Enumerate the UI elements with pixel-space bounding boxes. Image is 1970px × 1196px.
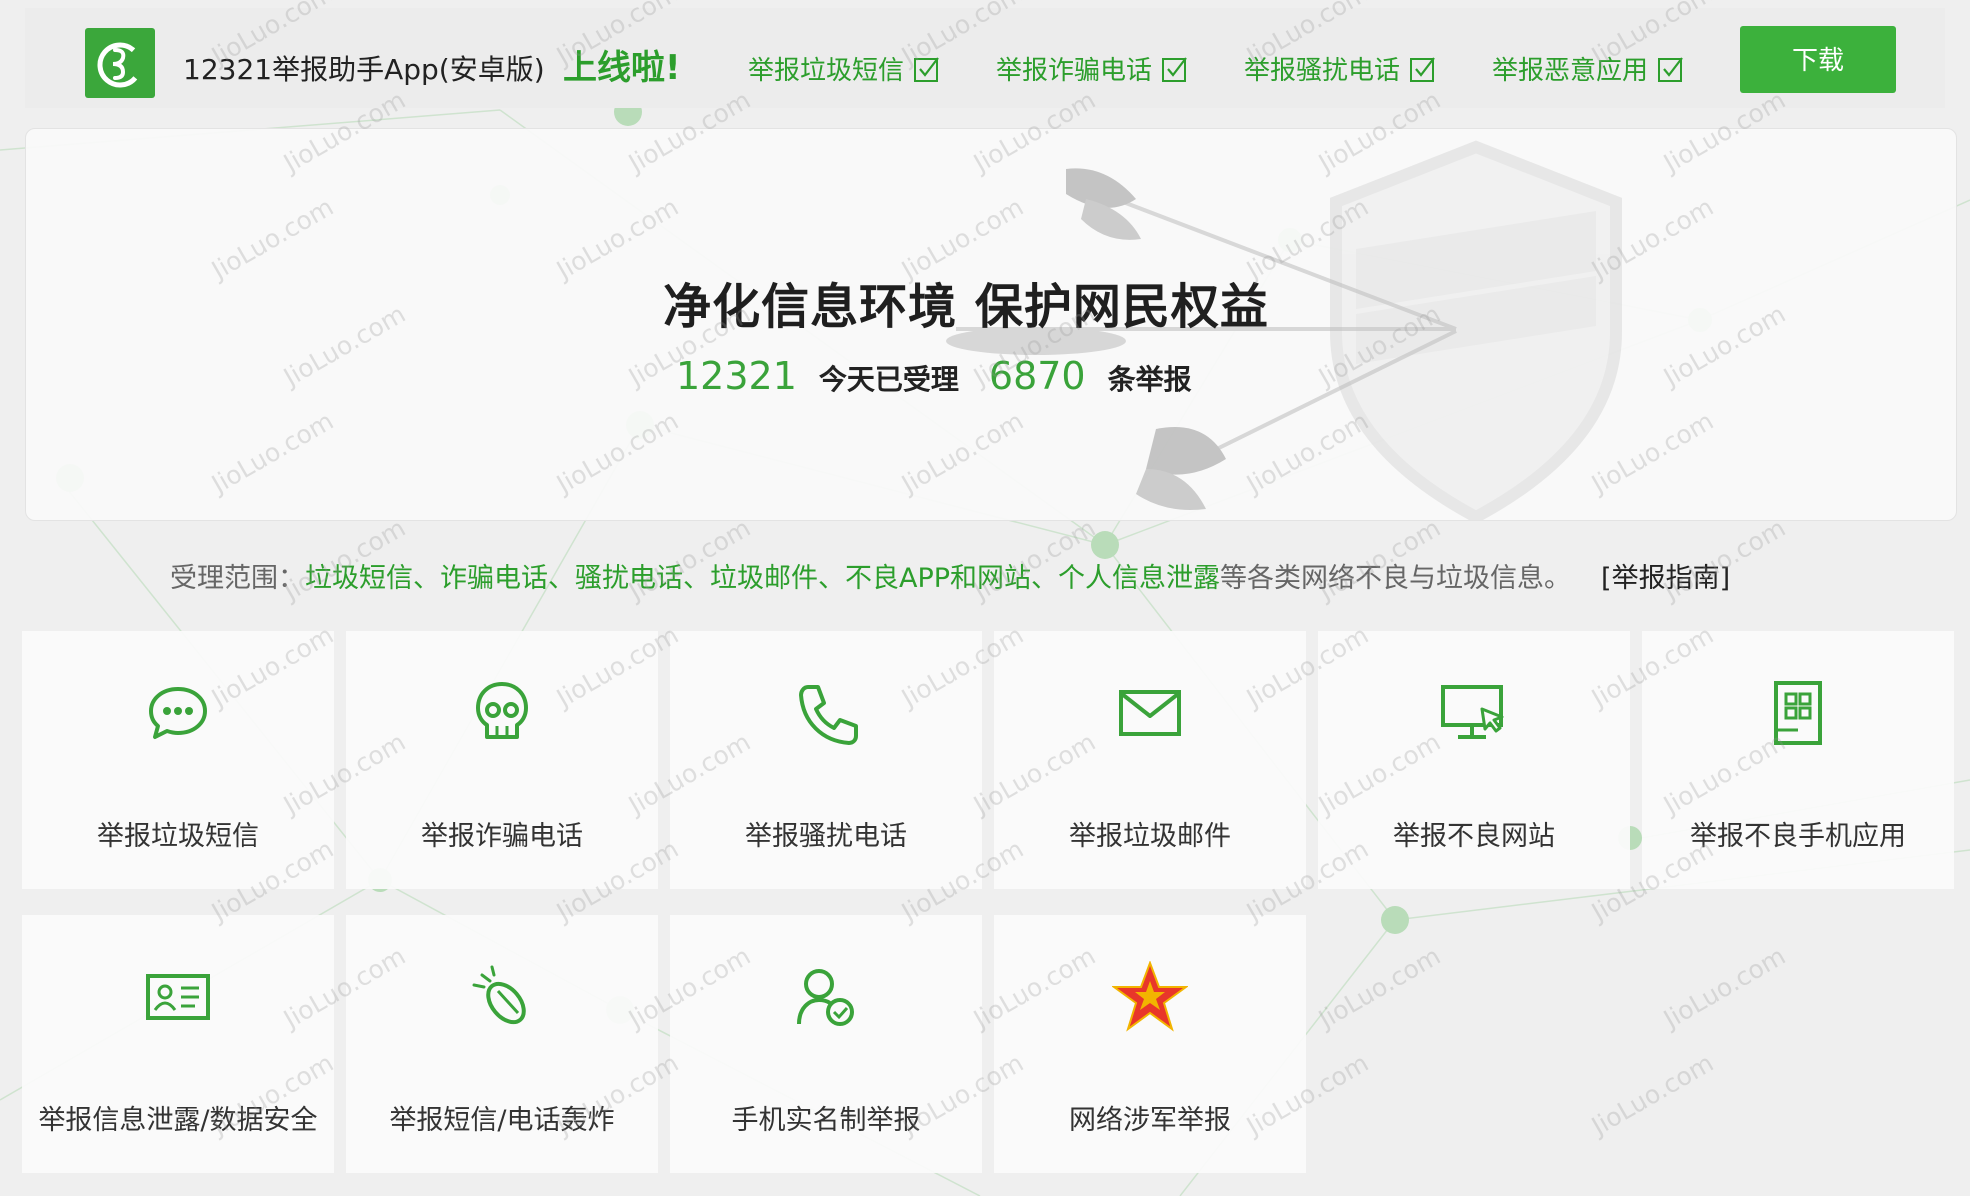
report-guide-link[interactable]: [举报指南] (1601, 563, 1730, 594)
hero-banner: 净化信息环境 保护网民权益 12321 今天已受理 6870 条举报 (25, 128, 1957, 521)
tile-data-leak[interactable]: 举报信息泄露/数据安全 (22, 915, 334, 1173)
scope-line: 受理范围：垃圾短信、诈骗电话、骚扰电话、垃圾邮件、不良APP和网站、个人信息泄露… (170, 556, 1730, 595)
user-check-icon (670, 915, 982, 1075)
hero-title: 净化信息环境 保护网民权益 (663, 279, 1269, 335)
tile-realname-report[interactable]: 手机实名制举报 (670, 915, 982, 1173)
tile-label: 举报诈骗电话 (421, 821, 583, 852)
tile-label: 举报短信/电话轰炸 (389, 1105, 615, 1136)
tile-fraud-call[interactable]: 举报诈骗电话 (346, 631, 658, 889)
feature-label: 举报骚扰电话 (1244, 56, 1401, 86)
checkbox-checked-icon (1410, 56, 1436, 82)
monitor-cursor-icon (1318, 631, 1630, 791)
feature-harass-call: 举报骚扰电话 (1244, 50, 1436, 87)
skull-icon (346, 631, 658, 791)
checkbox-checked-icon (1658, 56, 1684, 82)
tile-sms-call-bombing[interactable]: 举报短信/电话轰炸 (346, 915, 658, 1173)
tile-spam-sms[interactable]: 举报垃圾短信 (22, 631, 334, 889)
feature-fraud-call: 举报诈骗电话 (996, 50, 1188, 87)
sms-bubble-icon (22, 631, 334, 791)
tile-label: 举报骚扰电话 (745, 821, 907, 852)
id-card-icon (22, 915, 334, 1075)
report-unit-label: 条举报 (1107, 363, 1192, 396)
tile-bad-mobile-app[interactable]: 举报不良手机应用 (1642, 631, 1954, 889)
red-star-icon (994, 915, 1306, 1075)
mobile-app-icon (1642, 631, 1954, 791)
app-logo-icon[interactable] (85, 28, 155, 98)
tile-spam-mail[interactable]: 举报垃圾邮件 (994, 631, 1306, 889)
tile-label: 举报垃圾邮件 (1069, 821, 1231, 852)
app-promo-text: 12321举报助手App(安卓版) (183, 53, 545, 86)
report-count: 6870 (988, 354, 1086, 398)
checkbox-checked-icon (1162, 56, 1188, 82)
tile-label: 举报不良网站 (1393, 821, 1555, 852)
today-accepted-label: 今天已受理 (818, 363, 959, 396)
tile-military-report[interactable]: 网络涉军举报 (994, 915, 1306, 1173)
tile-label: 举报垃圾短信 (97, 821, 259, 852)
feature-label: 举报垃圾短信 (748, 56, 905, 86)
feature-spam-sms: 举报垃圾短信 (748, 50, 940, 87)
tile-label: 手机实名制举报 (731, 1105, 921, 1136)
scope-suffix: 等各类网络不良与垃圾信息。 (1220, 563, 1572, 594)
tile-bad-website[interactable]: 举报不良网站 (1318, 631, 1630, 889)
tile-label: 举报不良手机应用 (1690, 821, 1906, 852)
mail-icon (994, 631, 1306, 791)
tile-harass-call[interactable]: 举报骚扰电话 (670, 631, 982, 889)
phone-icon (670, 631, 982, 791)
feature-malicious-app: 举报恶意应用 (1492, 50, 1684, 87)
feature-label: 举报诈骗电话 (996, 56, 1153, 86)
scope-items: 垃圾短信、诈骗电话、骚扰电话、垃圾邮件、不良APP和网站、个人信息泄露 (305, 563, 1221, 594)
feature-label: 举报恶意应用 (1492, 56, 1649, 86)
scope-prefix: 受理范围： (170, 563, 305, 594)
bomb-icon (346, 915, 658, 1075)
hotline-number: 12321 (676, 354, 797, 398)
stats-line: 12321 今天已受理 6870 条举报 (676, 354, 1192, 398)
checkbox-checked-icon (914, 56, 940, 82)
launch-headline: 上线啦! (563, 48, 681, 88)
top-banner: 12321举报助手App(安卓版) 上线啦! 举报垃圾短信 举报诈骗电话 举报骚… (25, 8, 1945, 108)
tile-label: 网络涉军举报 (1069, 1105, 1231, 1136)
tile-label: 举报信息泄露/数据安全 (38, 1105, 318, 1136)
download-button[interactable]: 下载 (1740, 26, 1896, 93)
